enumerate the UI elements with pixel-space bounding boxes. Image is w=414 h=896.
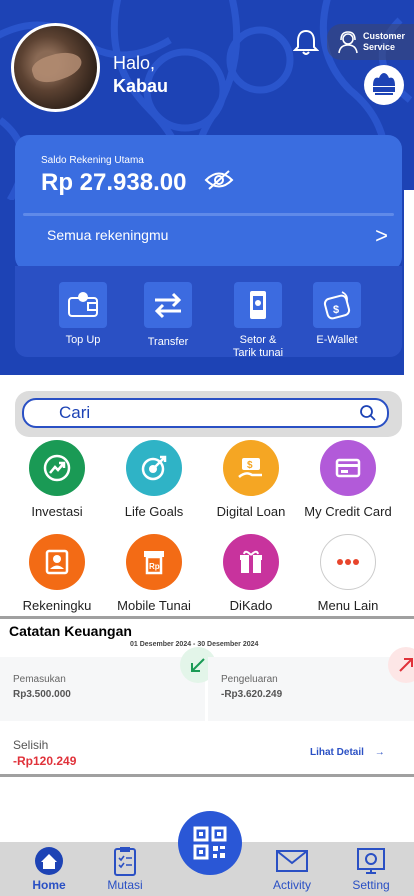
nav-activity[interactable]: Activity xyxy=(257,844,327,892)
nav-label: Home xyxy=(32,878,66,892)
target-icon xyxy=(126,440,182,496)
chart-up-icon xyxy=(29,440,85,496)
balance-label: Saldo Rekening Utama xyxy=(41,155,144,166)
nav-setting[interactable]: Setting xyxy=(336,844,406,892)
section-divider xyxy=(0,616,414,619)
qr-scan-button[interactable] xyxy=(178,811,242,875)
menu-label: My Credit Card xyxy=(304,504,392,519)
hero-edge xyxy=(404,190,414,375)
expense-label: Pengeluaran xyxy=(221,674,278,685)
menu-label: Digital Loan xyxy=(216,504,286,519)
menu-mobile-tunai[interactable]: Rp Mobile Tunai xyxy=(104,534,204,613)
quick-action-label: E-Wallet xyxy=(316,334,358,346)
arrow-right-icon: → xyxy=(374,747,385,758)
envelope-icon xyxy=(257,844,327,878)
nav-label: Mutasi xyxy=(107,878,143,892)
bank-emblem-icon xyxy=(373,73,395,95)
headset-icon xyxy=(338,31,358,54)
quick-actions-panel: Top Up Transfer Setor & Tarik tunai $ E-… xyxy=(15,266,402,360)
menu-label: Investasi xyxy=(31,504,83,519)
menu-label: Mobile Tunai xyxy=(117,598,191,613)
customer-service-label: Customer Service xyxy=(363,31,405,53)
menu-label: DiKado xyxy=(229,598,273,613)
finance-title: Catatan Keuangan xyxy=(9,623,132,639)
settings-monitor-icon xyxy=(336,844,406,878)
mobile-cash-icon: Rp xyxy=(126,534,182,590)
nav-home[interactable]: Home xyxy=(14,844,84,892)
quick-action-top-up[interactable]: Top Up xyxy=(43,282,123,347)
balance-divider xyxy=(23,213,394,216)
avatar-photo xyxy=(29,46,85,88)
quick-action-label-line1: Setor & xyxy=(239,334,277,346)
quick-action-label: Setor & Tarik tunai xyxy=(218,334,298,360)
menu-label: Rekeningku xyxy=(22,598,92,613)
nav-label: Activity xyxy=(272,878,311,892)
menu-label: Life Goals xyxy=(124,504,184,519)
search-placeholder: Cari xyxy=(59,403,91,422)
search-input[interactable]: Cari xyxy=(22,398,389,428)
menu-menu-lain[interactable]: Menu Lain xyxy=(298,534,398,613)
nav-label: Setting xyxy=(352,878,390,892)
quick-action-label: Top Up xyxy=(65,334,101,346)
all-accounts-link[interactable]: Semua rekeningmu xyxy=(47,227,168,243)
menu-life-goals[interactable]: Life Goals xyxy=(104,440,204,519)
difference-value: -Rp120.249 xyxy=(13,754,77,768)
customer-service-button[interactable]: Customer Service xyxy=(327,24,414,60)
quick-action-label-line2: Tarik tunai xyxy=(232,347,284,359)
account-icon xyxy=(29,534,85,590)
wallet-icon xyxy=(59,282,107,328)
income-value: Rp3.500.000 xyxy=(13,689,71,700)
hide-balance-eye-icon[interactable] xyxy=(204,169,234,191)
svg-text:Rp: Rp xyxy=(149,562,160,571)
menu-my-credit-card[interactable]: My Credit Card xyxy=(298,440,398,519)
quick-action-label: Transfer xyxy=(147,336,189,348)
section-divider xyxy=(0,774,414,777)
bell-icon[interactable] xyxy=(293,28,319,56)
nav-mutasi[interactable]: Mutasi xyxy=(90,844,160,892)
quick-action-setor-tarik[interactable]: Setor & Tarik tunai xyxy=(218,282,298,360)
balance-amount: Rp 27.938.00 xyxy=(41,169,187,196)
more-icon xyxy=(320,534,376,590)
menu-rekeningku[interactable]: Rekeningku xyxy=(7,534,107,613)
avatar[interactable] xyxy=(11,23,100,112)
expense-card[interactable]: Pengeluaran -Rp3.620.249 xyxy=(208,647,414,721)
search-container: Cari xyxy=(15,391,402,437)
home-icon xyxy=(14,844,84,878)
difference-label: Selisih xyxy=(13,738,49,752)
loan-icon: $ xyxy=(223,440,279,496)
greeting: Halo, Kabau xyxy=(113,52,168,98)
quick-action-transfer[interactable]: Transfer xyxy=(128,282,208,349)
chevron-right-icon[interactable]: > xyxy=(375,223,388,249)
view-detail-link[interactable]: Lihat Detail → xyxy=(310,747,385,758)
search-icon[interactable] xyxy=(359,404,377,422)
svg-text:$: $ xyxy=(247,460,253,471)
bank-logo xyxy=(364,65,404,105)
cs-line1: Customer xyxy=(363,31,406,41)
transfer-arrows-icon xyxy=(144,282,192,328)
atm-icon xyxy=(234,282,282,328)
e-wallet-icon: $ xyxy=(313,282,361,328)
credit-card-icon xyxy=(320,440,376,496)
balance-card: Saldo Rekening Utama Rp 27.938.00 Semua … xyxy=(15,135,402,271)
qr-code-icon xyxy=(193,826,227,860)
income-card[interactable]: Pemasukan Rp3.500.000 xyxy=(0,647,216,721)
quick-action-e-wallet[interactable]: $ E-Wallet xyxy=(297,282,377,347)
menu-digital-loan[interactable]: $ Digital Loan xyxy=(201,440,301,519)
clipboard-icon xyxy=(90,844,160,878)
svg-text:$: $ xyxy=(333,304,339,316)
expense-arrow-icon xyxy=(388,647,414,683)
menu-dikado[interactable]: DiKado xyxy=(201,534,301,613)
cs-line2: Service xyxy=(363,42,396,52)
menu-label: Menu Lain xyxy=(317,598,379,613)
gift-icon xyxy=(223,534,279,590)
income-label: Pemasukan xyxy=(13,674,66,685)
menu-investasi[interactable]: Investasi xyxy=(7,440,107,519)
greeting-text: Halo, xyxy=(113,53,156,73)
view-detail-label: Lihat Detail xyxy=(310,747,364,758)
expense-value: -Rp3.620.249 xyxy=(221,689,283,700)
user-name: Kabau xyxy=(113,76,169,96)
